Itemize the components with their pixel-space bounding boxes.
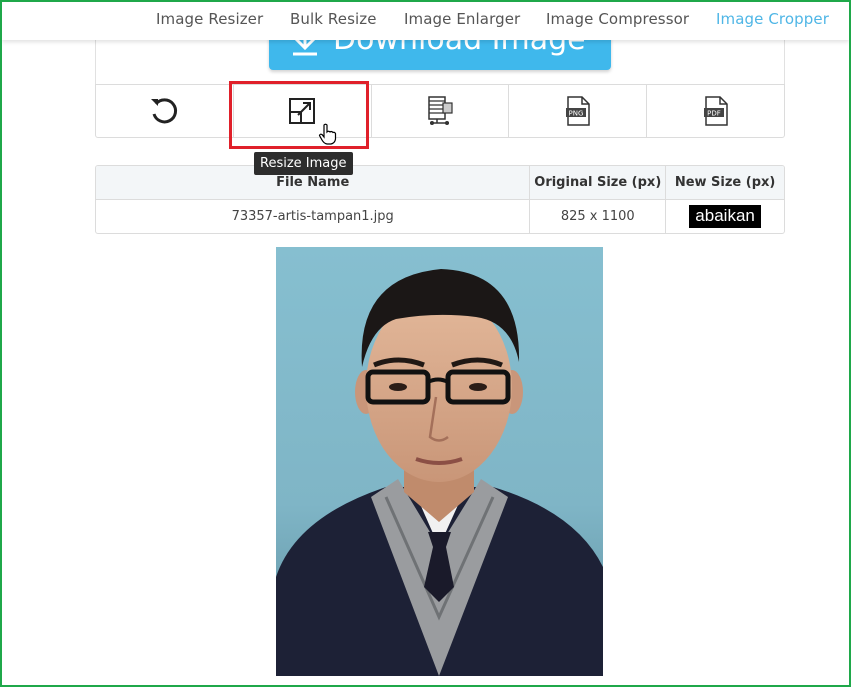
portrait-illustration: [276, 269, 603, 676]
original-size-cell: 825 x 1100: [530, 200, 667, 233]
nav-image-compressor[interactable]: Image Compressor: [546, 10, 689, 28]
highlight-box: [229, 81, 369, 149]
hand-cursor-icon: [318, 123, 337, 145]
pdf-file-icon: PDF: [703, 96, 728, 126]
nav-image-enlarger[interactable]: Image Enlarger: [404, 10, 520, 28]
undo-icon: [151, 98, 178, 124]
table-row: 73357-artis-tampan1.jpg 825 x 1100 abaik…: [96, 200, 784, 233]
table-header-row: File Name Original Size (px) New Size (p…: [96, 166, 784, 200]
file-info-table: File Name Original Size (px) New Size (p…: [95, 165, 785, 234]
convert-png-button[interactable]: PNG: [509, 85, 648, 137]
convert-pdf-button[interactable]: PDF: [647, 85, 784, 137]
image-toolbar: PNG PDF: [95, 84, 785, 138]
uploaded-photo: [276, 247, 603, 676]
nav-image-cropper[interactable]: Image Cropper: [716, 10, 829, 28]
compress-button[interactable]: [372, 85, 510, 137]
header-original-size: Original Size (px): [530, 166, 667, 199]
new-size-cell: abaikan: [666, 200, 784, 233]
top-navigation: Image Resizer Bulk Resize Image Enlarger…: [2, 2, 849, 40]
resize-tooltip: Resize Image: [254, 152, 353, 175]
pdf-label: PDF: [707, 110, 721, 118]
new-size-value: abaikan: [689, 205, 761, 228]
png-file-icon: PNG: [565, 96, 590, 126]
png-label: PNG: [568, 110, 583, 118]
header-new-size: New Size (px): [674, 175, 776, 190]
nav-image-resizer[interactable]: Image Resizer: [156, 10, 263, 28]
file-name-cell: 73357-artis-tampan1.jpg: [96, 200, 531, 233]
compress-icon: [428, 96, 453, 125]
undo-button[interactable]: [96, 85, 234, 137]
nav-bulk-resize[interactable]: Bulk Resize: [290, 10, 377, 28]
